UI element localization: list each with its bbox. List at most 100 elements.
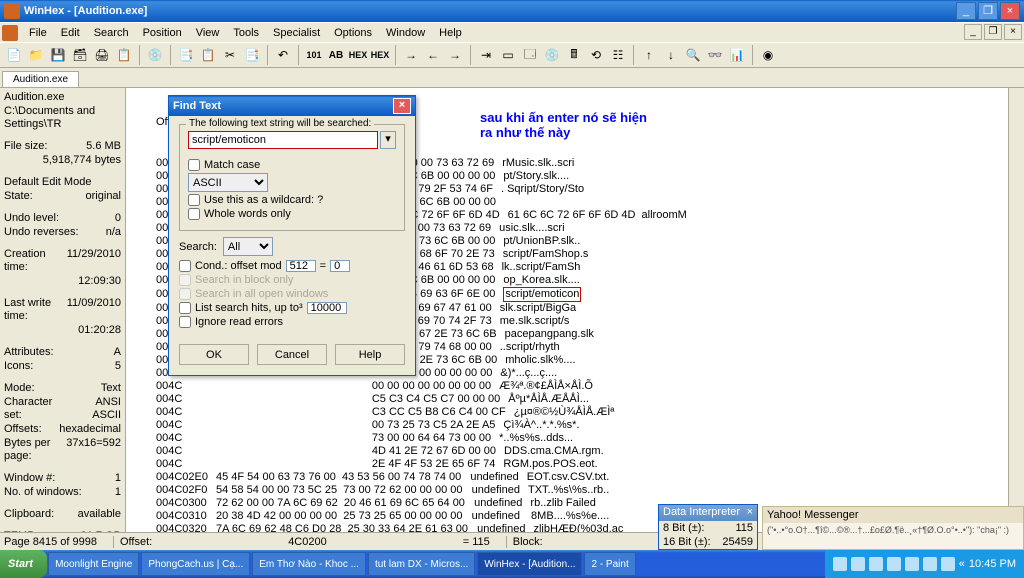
listhits-checkbox[interactable] bbox=[179, 302, 191, 314]
menu-help[interactable]: Help bbox=[432, 25, 469, 41]
dropdown-icon[interactable]: ▾ bbox=[380, 131, 396, 149]
binoculars-icon[interactable]: 👓 bbox=[705, 45, 725, 65]
taskbar-btn-2[interactable]: Em Thơ Nào - Khoc ... bbox=[252, 552, 366, 576]
menu-view[interactable]: View bbox=[189, 25, 227, 41]
tray-icon[interactable] bbox=[923, 557, 937, 571]
minimize-button[interactable]: _ bbox=[956, 2, 976, 20]
menu-options[interactable]: Options bbox=[327, 25, 379, 41]
dialog-close-icon[interactable]: × bbox=[393, 98, 411, 114]
tray-icon[interactable] bbox=[851, 557, 865, 571]
help-button[interactable]: Help bbox=[335, 344, 405, 365]
mode-value: Text bbox=[101, 382, 121, 395]
forward-icon[interactable]: → bbox=[445, 45, 465, 65]
cut-icon[interactable]: ✂ bbox=[220, 45, 240, 65]
tray-icon[interactable] bbox=[869, 557, 883, 571]
wildcard-checkbox[interactable] bbox=[188, 194, 200, 206]
start-button[interactable]: Start bbox=[0, 550, 47, 578]
off-label: Offsets: bbox=[4, 423, 42, 436]
di-8bit-value: 115 bbox=[735, 522, 753, 534]
tray-icon[interactable] bbox=[905, 557, 919, 571]
replace-hex-icon[interactable]: HEX bbox=[348, 45, 368, 65]
calc-icon[interactable]: 🖩 bbox=[564, 45, 584, 65]
cond-label: Cond.: offset mod bbox=[195, 260, 282, 272]
search-input[interactable] bbox=[188, 131, 378, 149]
cond-checkbox[interactable] bbox=[179, 260, 191, 272]
nwin-label: No. of windows: bbox=[4, 486, 82, 499]
tray-icon[interactable] bbox=[941, 557, 955, 571]
status-offset-label: Offset: bbox=[120, 536, 152, 548]
close-button[interactable]: × bbox=[1000, 2, 1020, 20]
clock[interactable]: 10:45 PM bbox=[969, 558, 1016, 570]
properties-icon[interactable]: 📋 bbox=[114, 45, 134, 65]
taskbar-btn-5[interactable]: 2 - Paint bbox=[584, 552, 635, 576]
pos-icon[interactable]: ⇥ bbox=[476, 45, 496, 65]
menu-tools[interactable]: Tools bbox=[226, 25, 266, 41]
new-icon[interactable]: 📄 bbox=[4, 45, 24, 65]
matchcase-checkbox[interactable] bbox=[188, 159, 200, 171]
cancel-button[interactable]: Cancel bbox=[257, 344, 327, 365]
datainterp-close-icon[interactable]: × bbox=[747, 506, 753, 520]
tray-icon[interactable] bbox=[833, 557, 847, 571]
doc-icon bbox=[2, 25, 18, 41]
disk-icon[interactable]: 💿 bbox=[145, 45, 165, 65]
help-icon[interactable]: ◉ bbox=[758, 45, 778, 65]
listhits-input[interactable] bbox=[307, 302, 347, 314]
ignore-checkbox[interactable] bbox=[179, 316, 191, 328]
undor-label: Undo reverses: bbox=[4, 226, 79, 239]
find-text-dialog: Find Text× The following text string wil… bbox=[168, 95, 416, 376]
search-direction-select[interactable]: All bbox=[223, 237, 273, 256]
tab-audition[interactable]: Audition.exe bbox=[2, 71, 79, 87]
menu-edit[interactable]: Edit bbox=[54, 25, 87, 41]
ctime-date: 11/29/2010 bbox=[67, 248, 121, 274]
di-16bit-label: 16 Bit (±): bbox=[663, 536, 711, 548]
template-icon[interactable]: ☷ bbox=[608, 45, 628, 65]
system-tray[interactable]: « 10:45 PM bbox=[825, 550, 1024, 578]
disk2-icon[interactable]: 💿 bbox=[542, 45, 562, 65]
block-icon[interactable]: ▭ bbox=[498, 45, 518, 65]
find-again-icon[interactable]: 🔍 bbox=[683, 45, 703, 65]
doc-close[interactable]: × bbox=[1004, 24, 1022, 40]
find-text-icon[interactable]: AB bbox=[326, 45, 346, 65]
wtime-time: 01:20:28 bbox=[78, 324, 121, 337]
find-hex-icon[interactable]: 101 bbox=[304, 45, 324, 65]
menu-search[interactable]: Search bbox=[87, 25, 136, 41]
data-interpreter: Data Interpreter× 8 Bit (±):115 16 Bit (… bbox=[658, 504, 758, 550]
menu-file[interactable]: File bbox=[22, 25, 54, 41]
taskbar-btn-0[interactable]: Moonlight Engine bbox=[48, 552, 139, 576]
doc-restore[interactable]: ❐ bbox=[984, 24, 1002, 40]
doc-minimize[interactable]: _ bbox=[964, 24, 982, 40]
cond-val-input[interactable] bbox=[330, 260, 350, 272]
convert-icon[interactable]: ⟲ bbox=[586, 45, 606, 65]
arrow-down-icon[interactable]: ↓ bbox=[661, 45, 681, 65]
back-icon[interactable]: ← bbox=[423, 45, 443, 65]
tray-icon[interactable] bbox=[887, 557, 901, 571]
arrow-up-icon[interactable]: ↑ bbox=[639, 45, 659, 65]
di-16bit-value: 25459 bbox=[722, 536, 753, 548]
taskbar-btn-4[interactable]: WinHex - [Audition... bbox=[477, 552, 582, 576]
taskbar-btn-1[interactable]: PhongCach.us | Cạ... bbox=[141, 552, 250, 576]
taskbar-btn-3[interactable]: tut lam DX - Micros... bbox=[368, 552, 475, 576]
save-icon[interactable]: 💾 bbox=[48, 45, 68, 65]
menu-specialist[interactable]: Specialist bbox=[266, 25, 327, 41]
menu-position[interactable]: Position bbox=[136, 25, 189, 41]
goto-icon[interactable]: → bbox=[401, 45, 421, 65]
ram-icon[interactable]: 🗔 bbox=[520, 45, 540, 65]
stats-icon[interactable]: 📊 bbox=[727, 45, 747, 65]
undo-icon[interactable]: ↶ bbox=[273, 45, 293, 65]
open-icon[interactable]: 📁 bbox=[26, 45, 46, 65]
menu-window[interactable]: Window bbox=[379, 25, 432, 41]
cond-mod-input[interactable] bbox=[286, 260, 316, 272]
ok-button[interactable]: OK bbox=[179, 344, 249, 365]
copy2-icon[interactable]: 📑 bbox=[242, 45, 262, 65]
replace-text-icon[interactable]: HEX bbox=[370, 45, 390, 65]
file-path: C:\Documents and Settings\TR bbox=[4, 105, 121, 131]
maximize-button[interactable]: ❐ bbox=[978, 2, 998, 20]
yahoo-messenger-popup[interactable]: Yahoo! Messenger ("•..•°o.O†...¶î©...©®.… bbox=[762, 506, 1024, 550]
paste-icon[interactable]: 📋 bbox=[198, 45, 218, 65]
print-icon[interactable]: 🖨 bbox=[92, 45, 112, 65]
scrollbar[interactable] bbox=[1008, 88, 1024, 535]
copy-icon[interactable]: 📑 bbox=[176, 45, 196, 65]
encoding-select[interactable]: ASCII bbox=[188, 173, 268, 192]
whole-checkbox[interactable] bbox=[188, 208, 200, 220]
saveall-icon[interactable]: 🗃 bbox=[70, 45, 90, 65]
